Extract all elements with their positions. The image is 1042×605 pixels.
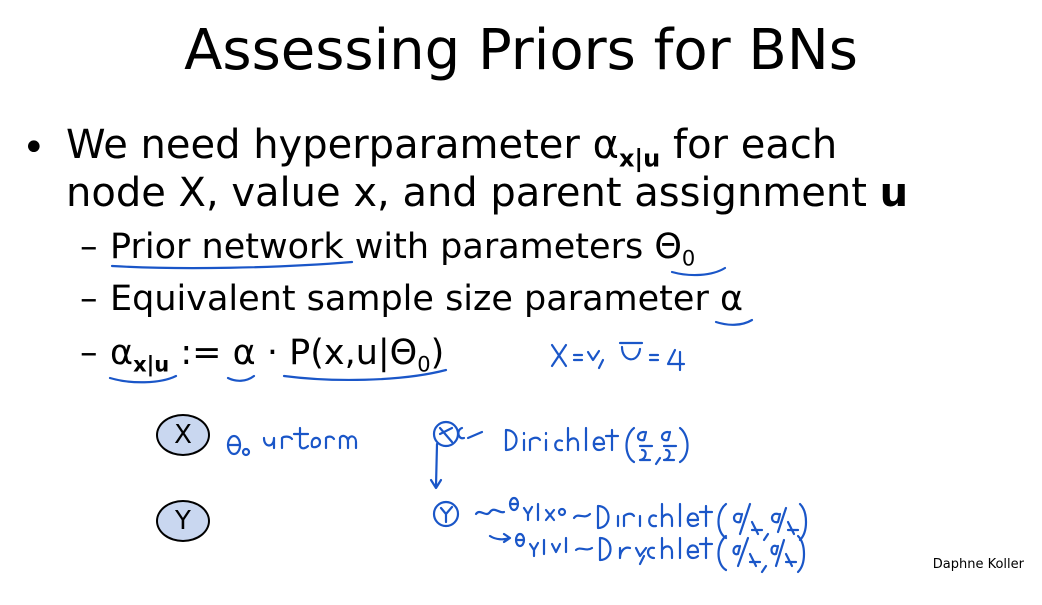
note-theta0-uniform xyxy=(226,426,358,457)
node-y-sketch xyxy=(432,500,460,528)
edge-x-y-sketch xyxy=(429,442,443,490)
underline-alpha-xu xyxy=(108,374,178,384)
note-dirichlet-x xyxy=(504,426,689,466)
underline-p-formula xyxy=(282,368,448,382)
underline-prior-network xyxy=(110,260,354,270)
note-theta-y-x1 xyxy=(488,532,806,574)
underline-alpha2 xyxy=(226,374,256,382)
handwritten-annotations xyxy=(108,260,808,574)
node-x-sketch xyxy=(432,420,484,448)
underline-alpha xyxy=(714,318,754,326)
underline-theta0 xyxy=(670,266,727,277)
note-theta-y-x0 xyxy=(474,496,808,542)
note-x-v-u-4 xyxy=(550,341,686,372)
